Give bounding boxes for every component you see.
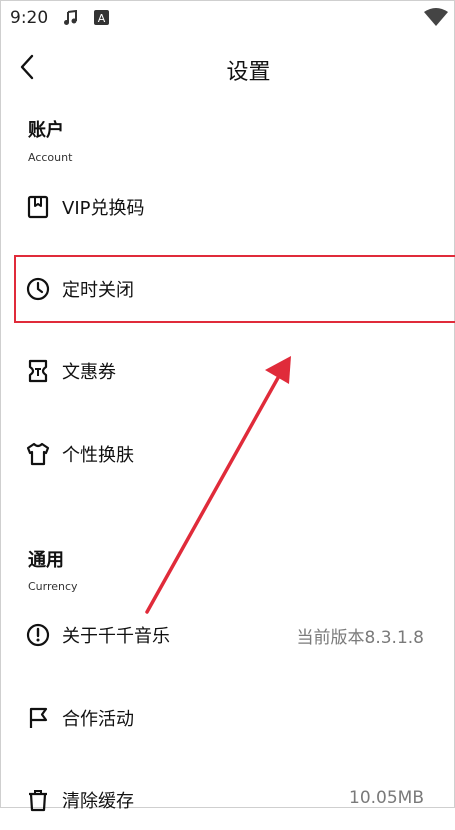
settings-row-label: 清除缓存 (62, 791, 134, 812)
settings-row-label: 文惠券 (62, 362, 116, 383)
svg-text:A: A (98, 12, 106, 25)
settings-row-vip-code[interactable]: VIP兑换码 (0, 177, 455, 237)
section-title-general: 通用 (28, 550, 64, 571)
section-title-account: 账户 (28, 120, 64, 141)
info-circle-icon (26, 623, 50, 647)
page-title: 设置 (226, 60, 271, 85)
settings-row-activity[interactable]: 合作活动 (0, 688, 455, 748)
screen-frame (0, 0, 455, 808)
settings-row-about[interactable]: 关于千千音乐 当前版本8.3.1.8 (0, 605, 455, 665)
bookmark-icon (27, 195, 49, 219)
version-value: 当前版本8.3.1.8 (296, 628, 424, 648)
settings-row-label: 关于千千音乐 (62, 626, 170, 647)
keyboard-a-icon: A (94, 10, 109, 25)
settings-row-skin[interactable]: 个性换肤 (0, 424, 455, 484)
trash-icon (29, 790, 47, 812)
section-subtitle-general: Currency (28, 580, 78, 593)
status-bar: 9:20 A (0, 0, 455, 36)
settings-row-label: 合作活动 (62, 709, 134, 730)
coupon-icon (28, 359, 48, 383)
flag-icon (29, 707, 48, 728)
music-note-icon (64, 10, 77, 25)
clock-icon (26, 277, 50, 301)
settings-row-label: 定时关闭 (62, 280, 134, 301)
settings-row-timer-close[interactable]: 定时关闭 (0, 259, 455, 319)
settings-row-coupon[interactable]: 文惠券 (0, 341, 455, 401)
status-time: 9:20 (10, 8, 49, 28)
settings-row-clear-cache[interactable]: 清除缓存 10.05MB (0, 770, 455, 830)
cache-size-value: 10.05MB (349, 788, 424, 808)
wifi-icon (424, 8, 448, 26)
settings-row-label: 个性换肤 (62, 445, 134, 466)
shirt-icon (26, 442, 50, 466)
section-subtitle-account: Account (28, 151, 73, 164)
settings-row-label: VIP兑换码 (62, 198, 145, 219)
